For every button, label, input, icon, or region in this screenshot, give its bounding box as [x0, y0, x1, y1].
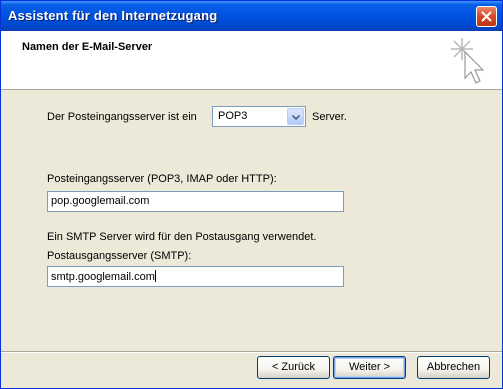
chevron-down-icon: [292, 115, 300, 120]
page-title: Namen der E-Mail-Server: [22, 41, 153, 53]
incoming-server-label: Posteingangsserver (POP3, IMAP oder HTTP…: [47, 173, 277, 185]
back-button[interactable]: < Zurück: [257, 356, 330, 379]
incoming-server-value: pop.googlemail.com: [51, 195, 150, 207]
close-button[interactable]: [476, 6, 497, 27]
incoming-server-type-select[interactable]: POP3: [212, 106, 306, 127]
outgoing-server-label: Postausgangsserver (SMTP):: [47, 250, 192, 262]
text-caret: [154, 270, 156, 282]
outgoing-server-input[interactable]: smtp.googlemail.com: [47, 266, 344, 287]
incoming-type-suffix: Server.: [312, 111, 347, 123]
cancel-button[interactable]: Abbrechen: [417, 356, 490, 379]
window-title: Assistent für den Internetzugang: [8, 8, 218, 23]
smtp-note: Ein SMTP Server wird für den Postausgang…: [47, 231, 317, 243]
outgoing-server-value: smtp.googlemail.com: [51, 271, 155, 283]
footer-divider: [1, 351, 502, 353]
dropdown-button[interactable]: [287, 108, 304, 125]
incoming-type-label: Der Posteingangsserver ist ein: [47, 111, 197, 123]
title-bar[interactable]: Assistent für den Internetzugang: [1, 1, 502, 31]
wizard-sparkle-cursor-icon: [451, 38, 485, 84]
incoming-server-input[interactable]: pop.googlemail.com: [47, 191, 344, 212]
incoming-server-type-value: POP3: [218, 110, 248, 122]
close-icon: [481, 11, 492, 22]
wizard-window: Assistent für den Internetzugang Namen d…: [0, 0, 503, 389]
wizard-header: Namen der E-Mail-Server: [1, 31, 502, 90]
next-button[interactable]: Weiter >: [333, 356, 406, 379]
